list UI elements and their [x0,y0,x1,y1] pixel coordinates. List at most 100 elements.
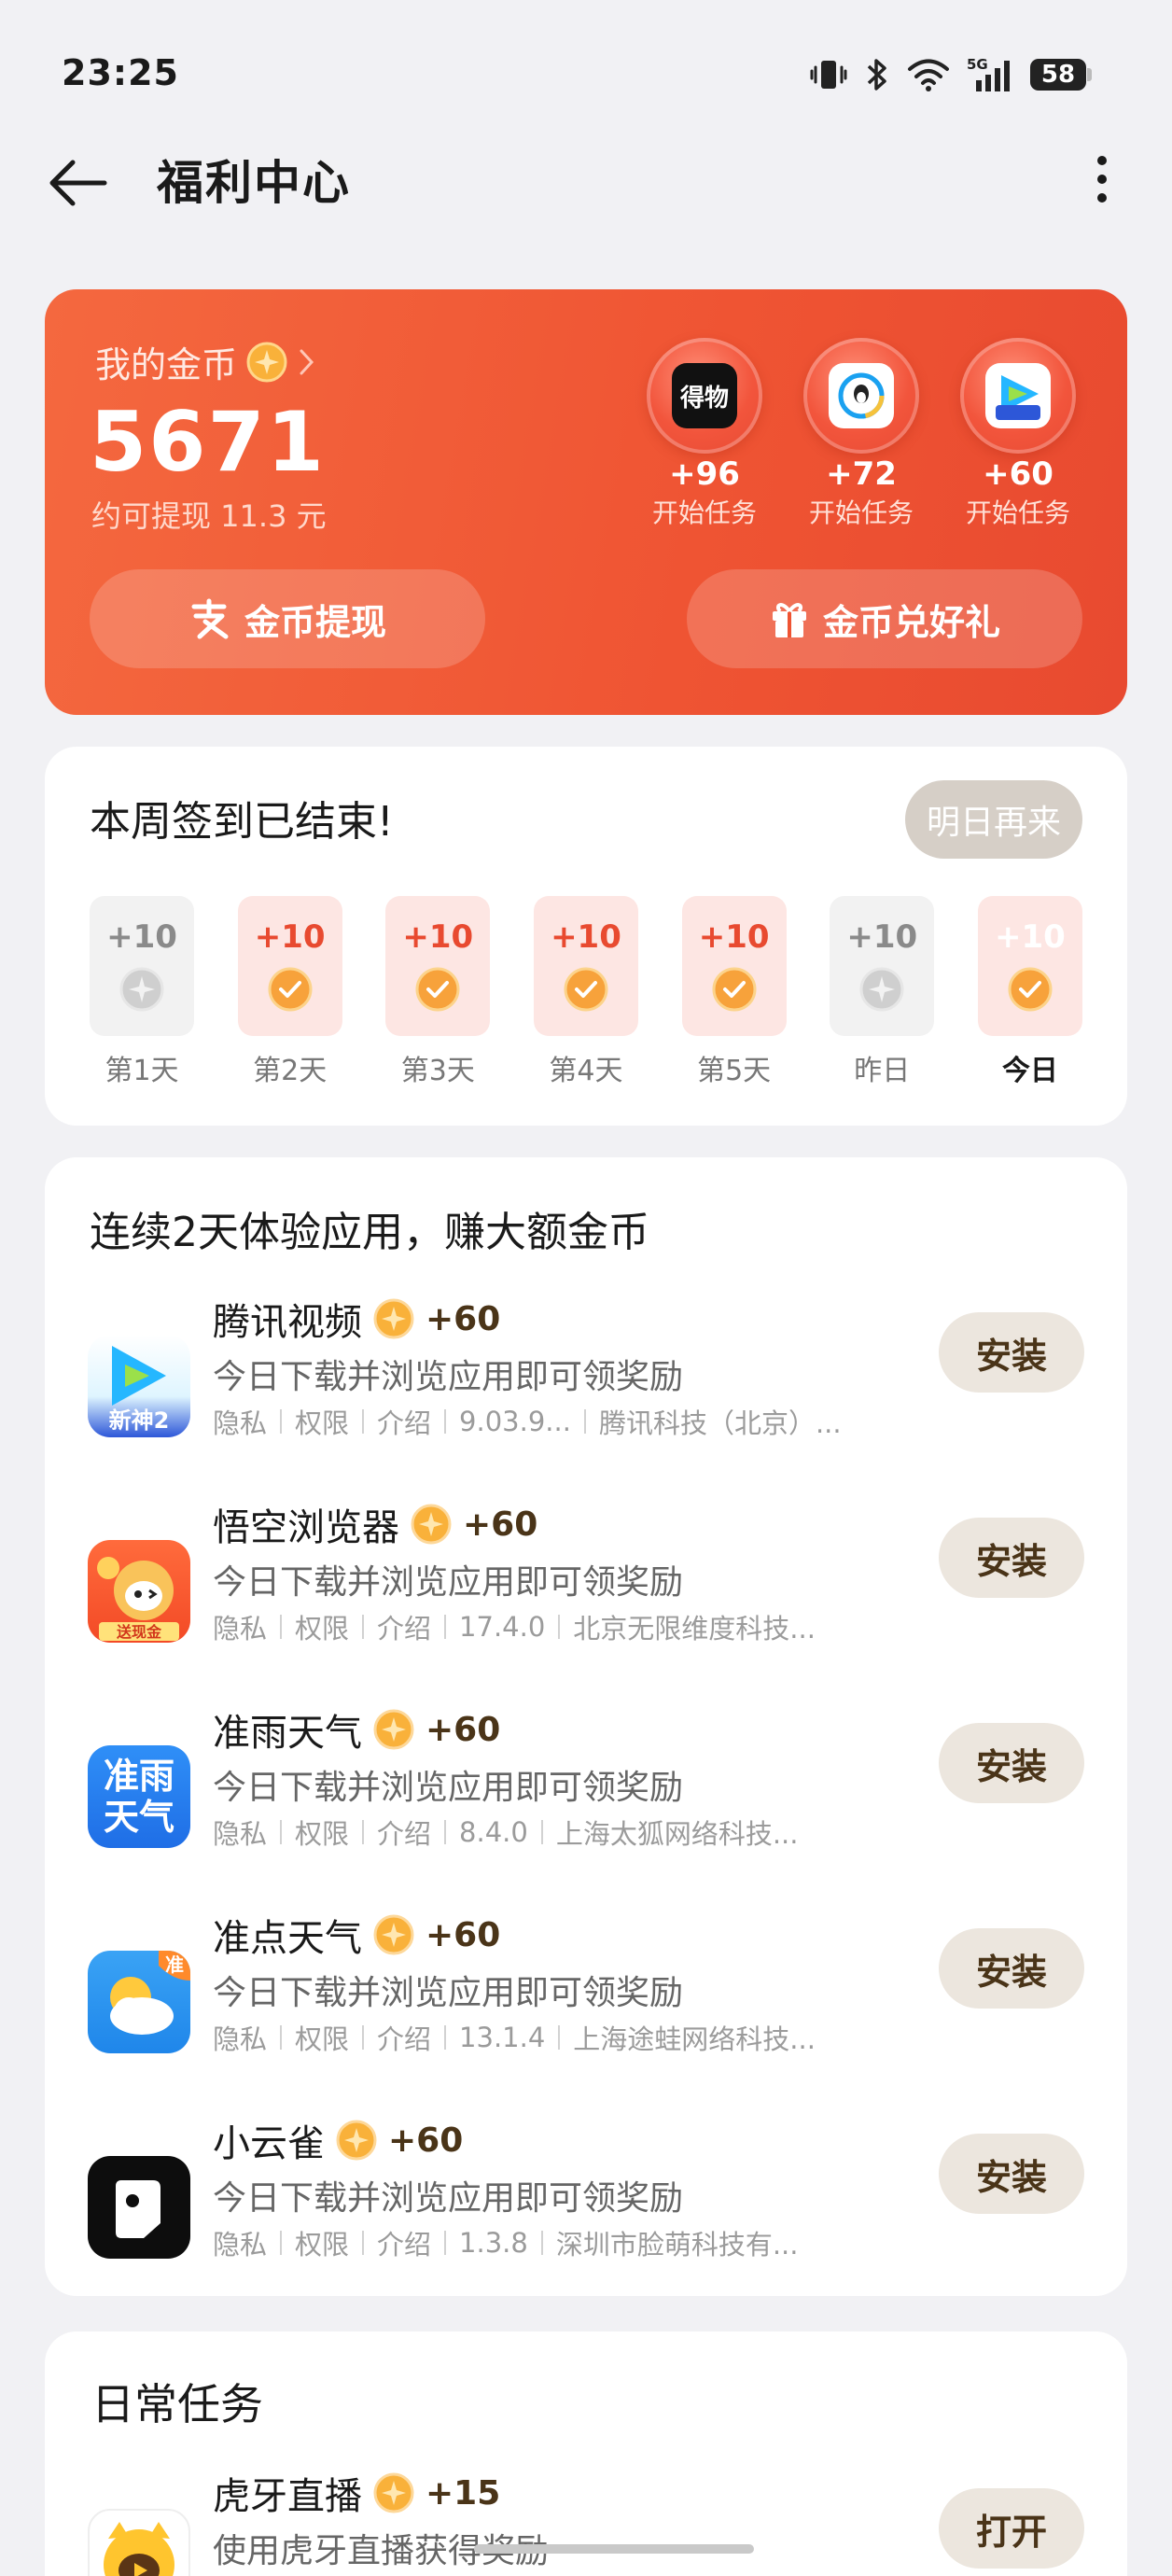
app-meta: 隐私 权限 介绍 9.03.9... 腾讯科技（北京）... [213,1402,842,1441]
wifi-icon [908,59,949,91]
app-name: 悟空浏览器 [213,1506,399,1549]
gift-icon [772,603,806,637]
status-bar: 23:25 5G 58 [0,0,1172,149]
day-label: 今日 [1001,1055,1058,1087]
coin-check-icon [1008,967,1053,1012]
permission-link[interactable]: 权限 [295,1607,349,1646]
day-reward: +10 [995,918,1066,956]
withdraw-icon [191,598,229,639]
my-coins-link[interactable]: 我的金币 [95,336,317,387]
signin-day: +10 第4天 [533,896,638,1088]
coin-check-icon [415,967,460,1012]
coin-icon [336,2120,377,2161]
xiaoyunque-icon [88,2156,190,2259]
day-reward: +10 [846,918,918,956]
day-reward: +10 [254,918,326,956]
app-developer: 北京无限维度科技... [573,1613,816,1645]
daily-tasks-card: 日常任务 虎牙直播 +15 使用虎牙直播获得奖励 打开 [45,2331,1127,2576]
privacy-link[interactable]: 隐私 [213,2223,267,2262]
qq-app-icon [829,363,894,428]
coin-check-icon [712,967,757,1012]
svg-text:5G: 5G [967,56,988,73]
app-name: 准点天气 [213,1917,362,1960]
signin-day: +10 第1天 [90,896,194,1088]
install-button[interactable]: 安装 [939,2134,1084,2214]
task-bubble-dewu[interactable]: 得物 +96 开始任务 [644,338,765,530]
intro-link[interactable]: 介绍 [377,1607,431,1646]
tencent-video-app-icon [985,363,1051,428]
app-task-row: 准雨天气 准雨天气 +60 今日下载并浏览应用即可领奖励 隐私 权限 介绍 8.… [45,1702,1127,1908]
coin-withdraw-button[interactable]: 金币提现 [90,569,485,668]
app-reward: +60 [463,1505,538,1544]
install-button[interactable]: 安装 [939,1518,1084,1598]
chevron-right-icon [300,349,314,374]
app-name: 准雨天气 [213,1712,362,1755]
app-meta: 隐私 权限 介绍 1.3.8 深圳市脸萌科技有... [213,2223,799,2262]
bubble-reward: +60 [983,455,1053,493]
install-button[interactable]: 安装 [939,1312,1084,1393]
coin-balance: 5671 [90,394,326,490]
app-developer: 上海途蛙网络科技... [573,2023,816,2055]
task-bubble-qq[interactable]: +72 开始任务 [801,338,922,530]
app-developer: 腾讯科技（北京）... [598,1407,842,1439]
app-version: 17.4.0 [459,1611,546,1643]
withdrawable-amount: 约可提现 11.3 元 [91,498,327,534]
app-task-row: 准 准点天气 +60 今日下载并浏览应用即可领奖励 隐私 权限 介绍 13.1.… [45,1908,1127,2113]
signin-day: +10 第2天 [237,896,342,1088]
tencent-video-icon: 新神2 [88,1335,190,1437]
privacy-link[interactable]: 隐私 [213,1402,267,1441]
privacy-link[interactable]: 隐私 [213,1607,267,1646]
svg-text:准: 准 [165,1953,184,1976]
task-bubbles: 得物 +96 开始任务 +72 开始任务 +60 开始任务 [644,338,1079,530]
zhundian-weather-icon: 准 [88,1951,190,2053]
app-tasks-card: 连续2天体验应用，赚大额金币 新神2 腾讯视频 +60 今日下载并浏览应用即可领… [45,1157,1127,2296]
bubble-reward: +96 [669,455,740,493]
signin-day: +10 第5天 [681,896,787,1088]
wukong-browser-icon: 送现金 [88,1540,190,1643]
home-indicator[interactable] [474,2544,754,2554]
app-name: 小云雀 [213,2122,325,2165]
privacy-link[interactable]: 隐私 [213,2018,267,2057]
intro-link[interactable]: 介绍 [377,1813,431,1852]
task-bubble-xinshen[interactable]: +60 开始任务 [957,338,1079,530]
come-back-tomorrow-button[interactable]: 明日再来 [905,780,1082,859]
intro-link[interactable]: 介绍 [377,2018,431,2057]
install-button[interactable]: 安装 [939,1928,1084,2009]
app-task-row: 送现金 悟空浏览器 +60 今日下载并浏览应用即可领奖励 隐私 权限 介绍 17… [45,1497,1127,1702]
daily-tasks-title: 日常任务 [91,2379,263,2429]
app-description: 今日下载并浏览应用即可领奖励 [213,1769,684,1807]
zhunyu-weather-icon: 准雨天气 [88,1745,190,1848]
intro-link[interactable]: 介绍 [377,1402,431,1441]
app-meta: 隐私 权限 介绍 8.4.0 上海太狐网络科技... [213,1813,799,1852]
intro-link[interactable]: 介绍 [377,2223,431,2262]
coin-check-icon [268,967,313,1012]
day-label: 第3天 [400,1055,475,1087]
bubble-caption: 开始任务 [808,497,914,528]
app-reward: +60 [426,1915,501,1954]
permission-link[interactable]: 权限 [295,1402,349,1441]
day-reward: +10 [698,918,770,956]
permission-link[interactable]: 权限 [295,2223,349,2262]
signin-card: 本周签到已结束! 明日再来 +10 第1天 +10 第2天 +10 第3天 +1… [45,747,1127,1126]
signin-days: +10 第1天 +10 第2天 +10 第3天 +10 第4天 +10 第5天 … [90,896,1082,1088]
app-reward: +60 [426,1299,501,1338]
open-button[interactable]: 打开 [939,2488,1084,2569]
huya-icon [88,2509,190,2576]
bubble-caption: 开始任务 [651,497,757,528]
app-version: 9.03.9... [459,1406,571,1437]
coin-exchange-button[interactable]: 金币兑好礼 [687,569,1082,668]
privacy-link[interactable]: 隐私 [213,1813,267,1852]
app-reward: +15 [426,2473,501,2513]
more-options-icon[interactable] [1088,146,1116,213]
zhunyu-weather-icon-text: 准雨天气 [103,1756,174,1838]
day-label: 第5天 [697,1055,772,1087]
permission-link[interactable]: 权限 [295,2018,349,2057]
app-description: 今日下载并浏览应用即可领奖励 [213,1974,684,2012]
install-button[interactable]: 安装 [939,1723,1084,1803]
app-task-row: 小云雀 +60 今日下载并浏览应用即可领奖励 隐私 权限 介绍 1.3.8 深圳… [45,2113,1127,2318]
back-arrow-icon[interactable] [45,149,112,217]
coin-withdraw-label: 金币提现 [244,601,386,643]
app-description: 今日下载并浏览应用即可领奖励 [213,1358,684,1396]
app-description: 今日下载并浏览应用即可领奖励 [213,2179,684,2218]
permission-link[interactable]: 权限 [295,1813,349,1852]
